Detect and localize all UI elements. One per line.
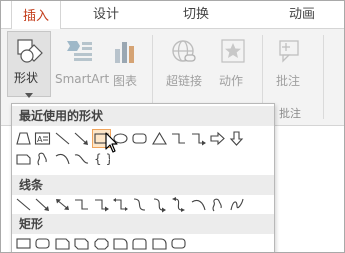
- shapes-button[interactable]: 形状: [7, 31, 51, 98]
- comment-button[interactable]: 批注: [269, 33, 309, 93]
- tab-design[interactable]: 设计: [81, 1, 131, 29]
- action-button[interactable]: 动作: [213, 33, 253, 93]
- shape-arc-icon[interactable]: [54, 150, 71, 167]
- shape-dblarrow-icon[interactable]: [54, 196, 71, 213]
- app-window: 插入 设计 切换 动画 形状 SmartArt 图表 超链接 动作 批注 批注 …: [0, 0, 345, 253]
- shape-freeform-icon[interactable]: [34, 150, 51, 167]
- shapes-label: 形状: [14, 71, 39, 85]
- comment-group-label: 批注: [279, 107, 301, 120]
- smartart-label: SmartArt: [55, 72, 110, 86]
- tab-animations[interactable]: 动画: [277, 1, 327, 29]
- shape-snip1-icon[interactable]: [54, 235, 71, 252]
- comment-icon: [277, 39, 301, 66]
- recent-shapes-header: 最近使用的形状: [12, 106, 274, 126]
- shape-snip2-icon[interactable]: [73, 235, 90, 252]
- shape-rrect-icon[interactable]: [34, 235, 51, 252]
- ribbon-tab-bar: 插入 设计 切换 动画: [1, 1, 344, 29]
- shape-round1-icon[interactable]: [112, 235, 129, 252]
- shape-snipd-icon[interactable]: [93, 235, 110, 252]
- hyperlink-button[interactable]: 超链接: [161, 33, 207, 93]
- shapes-icon: [15, 37, 45, 65]
- shape-elbowarrow-icon[interactable]: [190, 130, 207, 147]
- mouse-cursor-icon: [105, 132, 119, 157]
- globe-link-icon: [171, 39, 197, 68]
- shape-elbow-icon[interactable]: [170, 130, 187, 147]
- shape-freeform-icon[interactable]: [209, 196, 226, 213]
- tab-transitions[interactable]: 切换: [171, 1, 221, 29]
- chart-button[interactable]: 图表: [107, 33, 143, 93]
- smartart-button[interactable]: SmartArt: [53, 33, 109, 93]
- shape-round2-icon[interactable]: [131, 235, 148, 252]
- chart-label: 图表: [113, 74, 138, 88]
- rectangles-header: 矩形: [12, 214, 274, 234]
- smartart-icon: [65, 39, 93, 66]
- shape-triangle-icon[interactable]: [151, 130, 168, 147]
- shape-round1-icon[interactable]: [151, 235, 168, 252]
- lines-header: 线条: [12, 175, 274, 195]
- ribbon-separator: [323, 35, 324, 119]
- shape-downarrow-icon[interactable]: [228, 130, 245, 147]
- tab-insert[interactable]: 插入: [11, 1, 61, 29]
- shape-textbox-icon[interactable]: A: [34, 130, 51, 147]
- hyperlink-label: 超链接: [166, 74, 203, 88]
- shape-rrect-icon[interactable]: [170, 235, 187, 252]
- shape-trapezoid-icon[interactable]: [15, 130, 32, 147]
- chevron-down-icon: [25, 87, 33, 101]
- comment-label: 批注: [276, 74, 301, 88]
- shape-curvedarrow-icon[interactable]: [151, 196, 168, 213]
- shape-curveddbl-icon[interactable]: [170, 196, 187, 213]
- shapes-gallery: 最近使用的形状 A { } 线条 矩形: [11, 103, 275, 252]
- svg-text:A: A: [37, 135, 43, 144]
- shape-curved-icon[interactable]: [131, 196, 148, 213]
- shape-rect-icon[interactable]: [15, 235, 32, 252]
- shape-elbowarrow-icon[interactable]: [93, 196, 110, 213]
- shape-elbow-icon[interactable]: [73, 196, 90, 213]
- shape-curve-icon[interactable]: [73, 150, 90, 167]
- shape-arrowline-icon[interactable]: [34, 196, 51, 213]
- shape-scribble-icon[interactable]: [228, 196, 245, 213]
- shape-rrect-icon[interactable]: [131, 130, 148, 147]
- shape-arc-icon[interactable]: [190, 196, 207, 213]
- chart-icon: [113, 39, 137, 68]
- shape-snip-icon[interactable]: [15, 150, 32, 167]
- shape-rightarrow-icon[interactable]: [209, 130, 226, 147]
- shape-line-icon[interactable]: [54, 130, 71, 147]
- shape-line-icon[interactable]: [15, 196, 32, 213]
- action-label: 动作: [219, 74, 244, 88]
- shape-arrowline-icon[interactable]: [73, 130, 90, 147]
- star-action-icon: [221, 39, 245, 66]
- shape-elbowdbl-icon[interactable]: [112, 196, 129, 213]
